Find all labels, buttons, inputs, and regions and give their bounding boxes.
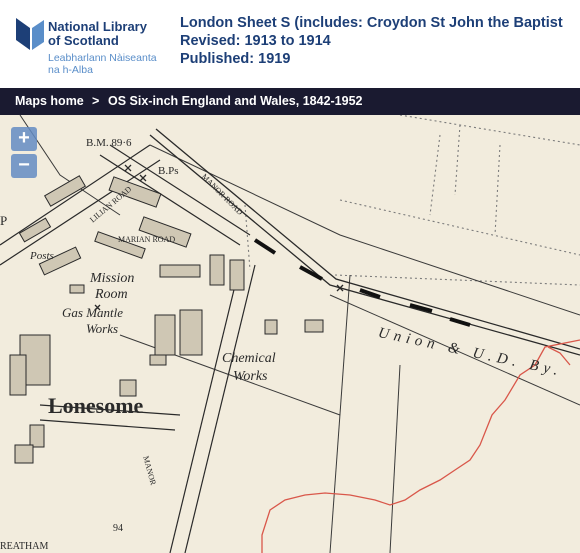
map-label-room: Room	[95, 287, 128, 302]
map-label-works-gas: Works	[86, 321, 119, 336]
map-label-gas-mantle: Gas Mantle	[62, 305, 124, 320]
map-viewer[interactable]: + − B.M. 89·6 B.Ps P Posts MARIAN ROAD L…	[0, 115, 580, 553]
zoom-in-button[interactable]: +	[11, 127, 37, 151]
map-label-streatham: REATHAM	[0, 541, 49, 552]
map-label-bps: B.Ps	[158, 165, 179, 177]
map-label-bm: B.M. 89·6	[86, 137, 132, 149]
breadcrumb-separator: >	[92, 94, 100, 108]
map-label-p: P	[0, 213, 8, 228]
map-label-lonesome: Lonesome	[48, 393, 144, 418]
map-title: London Sheet S (includes: Croydon St Joh…	[180, 15, 563, 31]
logo-gaelic-name: Leabharlann Nàiseanta na h-Alba	[48, 52, 157, 76]
map-label-marian-road: MARIAN ROAD	[118, 235, 176, 244]
map-label-chemical: Chemical	[222, 351, 276, 366]
map-label-posts: Posts	[30, 250, 54, 262]
published-date: Published: 1919	[180, 51, 291, 67]
nls-logo-icon	[16, 18, 44, 50]
revised-date: Revised: 1913 to 1914	[180, 33, 331, 49]
map-label-works-chemical: Works	[233, 369, 268, 384]
zoom-out-button[interactable]: −	[11, 154, 37, 178]
map-info: London Sheet S (includes: Croydon St Joh…	[180, 14, 563, 68]
logo-name: National Library of Scotland	[48, 19, 147, 48]
map-label-mission: Mission	[90, 271, 135, 286]
breadcrumb: Maps home > OS Six-inch England and Wale…	[0, 88, 580, 115]
site-header: National Library of Scotland Leabharlann…	[0, 0, 580, 88]
map-label-94: 94	[113, 523, 123, 534]
nls-logo[interactable]: National Library of Scotland Leabharlann…	[14, 14, 164, 76]
breadcrumb-series[interactable]: OS Six-inch England and Wales, 1842-1952	[108, 94, 363, 108]
breadcrumb-maps-home[interactable]: Maps home	[15, 94, 84, 108]
